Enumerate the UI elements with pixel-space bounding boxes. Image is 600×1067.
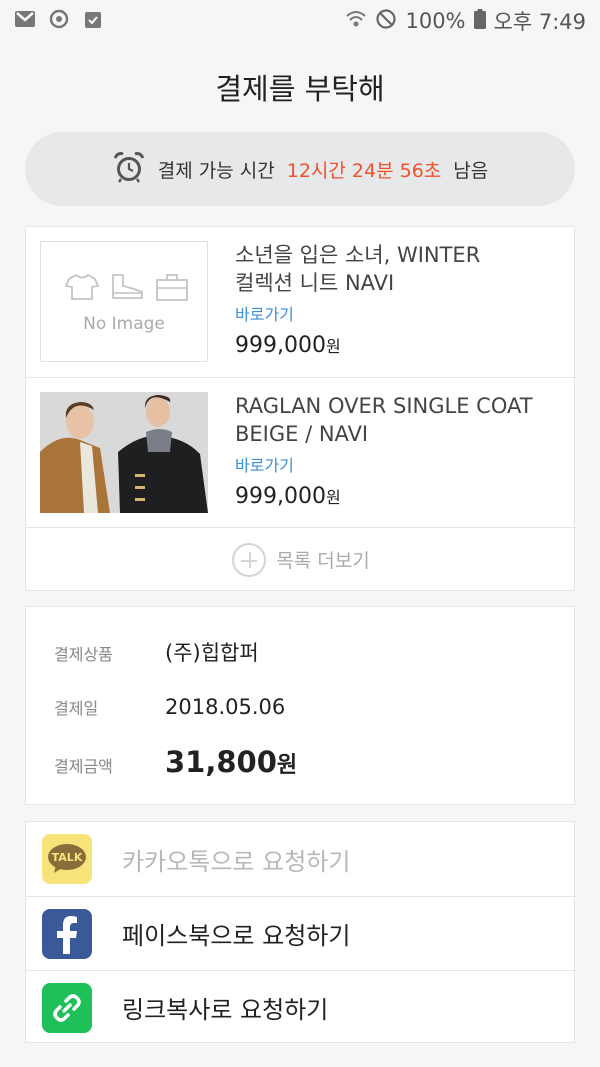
- link-copy-request-button[interactable]: 링크복사로 요청하기: [26, 970, 576, 1044]
- product-name: RAGLAN OVER SINGLE COAT BEIGE / NAVI: [235, 394, 533, 446]
- clock: 오후 7:49: [493, 10, 586, 34]
- product-list: No Image 소년을 입은 소녀, WINTER 컬렉션 니트 NAVI 바…: [25, 226, 576, 591]
- product-photo: [40, 392, 208, 513]
- more-list-label: 목록 더보기: [276, 550, 370, 572]
- plus-circle-icon: [232, 542, 267, 577]
- timer-suffix: 남음: [453, 159, 489, 182]
- payment-amount: 31,800원: [165, 745, 298, 779]
- placeholder-icons: [64, 272, 189, 306]
- shoe-icon: [109, 272, 145, 306]
- summary-row-product: 결제상품 (주)힙합퍼: [54, 637, 259, 667]
- battery-percent: 100%: [405, 9, 466, 33]
- link-copy-request-label: 링크복사로 요청하기: [122, 996, 329, 1024]
- timer-remaining: 12시간 24분 56초: [286, 159, 442, 182]
- gmail-icon: [14, 10, 36, 32]
- wifi-icon: [345, 9, 367, 34]
- more-list-button[interactable]: 목록 더보기: [26, 527, 576, 591]
- bag-icon: [155, 272, 189, 306]
- product-name: 소년을 입은 소녀, WINTER 컬렉션 니트 NAVI: [235, 243, 481, 295]
- no-image-label: No Image: [83, 314, 165, 334]
- tshirt-icon: [64, 272, 100, 306]
- summary-label: 결제상품: [54, 645, 113, 664]
- list-item: RAGLAN OVER SINGLE COAT BEIGE / NAVI 바로가…: [26, 377, 576, 527]
- summary-row-amount: 결제금액 31,800원: [54, 745, 297, 779]
- kakaotalk-icon: TALK: [42, 834, 92, 884]
- product-info: RAGLAN OVER SINGLE COAT BEIGE / NAVI 바로가…: [235, 392, 565, 509]
- facebook-request-button[interactable]: 페이스북으로 요청하기: [26, 896, 576, 970]
- payment-timer: 결제 가능 시간 12시간 24분 56초 남음: [25, 132, 575, 206]
- alarm-clock-icon: [112, 150, 146, 189]
- system-status: 100% 오후 7:49: [345, 6, 586, 36]
- summary-value: (주)힙합퍼: [165, 641, 259, 665]
- product-price: 999,000원: [235, 484, 341, 509]
- status-bar: 100% 오후 7:49: [0, 0, 600, 42]
- do-not-disturb-icon: [375, 8, 397, 35]
- facebook-request-label: 페이스북으로 요청하기: [122, 922, 351, 950]
- svg-text:TALK: TALK: [52, 851, 83, 864]
- share-options: TALK 카카오톡으로 요청하기 페이스북으로 요청하기 링크복사로 요청하기: [25, 821, 576, 1044]
- sync-icon: [48, 8, 70, 34]
- clipboard-icon: [82, 8, 104, 34]
- facebook-icon: [42, 908, 92, 959]
- product-link[interactable]: 바로가기: [235, 301, 565, 325]
- summary-row-date: 결제일 2018.05.06: [54, 695, 285, 719]
- battery-icon: [473, 8, 486, 34]
- kakao-request-label: 카카오톡으로 요청하기: [122, 847, 351, 876]
- notification-icons: [14, 8, 104, 34]
- summary-value: 2018.05.06: [165, 695, 286, 719]
- product-info: 소년을 입은 소녀, WINTER 컬렉션 니트 NAVI 바로가기 999,0…: [235, 241, 565, 358]
- product-thumbnail-placeholder: No Image: [40, 241, 208, 362]
- payment-summary: 결제상품 (주)힙합퍼 결제일 2018.05.06 결제금액 31,800원: [25, 606, 575, 805]
- summary-label: 결제금액: [54, 757, 113, 776]
- timer-prefix: 결제 가능 시간: [157, 159, 275, 182]
- page-title: 결제를 부탁해: [215, 72, 385, 106]
- product-price: 999,000원: [235, 333, 341, 358]
- kakao-request-button[interactable]: TALK 카카오톡으로 요청하기: [26, 822, 576, 896]
- list-item: No Image 소년을 입은 소녀, WINTER 컬렉션 니트 NAVI 바…: [26, 227, 576, 377]
- summary-label: 결제일: [54, 699, 99, 718]
- link-icon: [42, 982, 92, 1033]
- product-link[interactable]: 바로가기: [235, 452, 565, 476]
